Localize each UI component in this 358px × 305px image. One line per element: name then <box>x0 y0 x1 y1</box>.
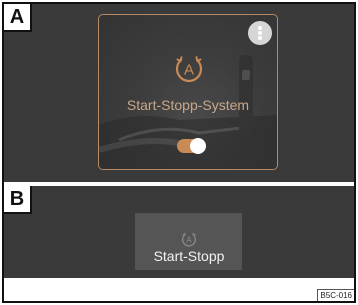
svg-text:A: A <box>186 235 192 244</box>
panel-a-label: A <box>4 4 32 32</box>
tile-title: Start-Stopp-System <box>126 97 250 113</box>
panel-b: B A Start-Stopp <box>4 186 354 278</box>
auto-start-stop-icon: A <box>182 232 196 247</box>
panel-a: A A Start-Stopp-System <box>4 4 354 182</box>
figure-code: B5C-016 <box>317 289 354 301</box>
auto-start-stop-icon: A <box>175 56 203 83</box>
footer-strip: B5C-016 <box>4 278 354 301</box>
start-stop-system-tile[interactable]: A Start-Stopp-System <box>98 14 278 170</box>
start-stop-toggle[interactable] <box>177 138 206 154</box>
panel-b-label: B <box>4 186 32 214</box>
tile-title: Start-Stopp <box>153 248 225 264</box>
more-vertical-icon[interactable] <box>248 21 272 45</box>
toggle-knob <box>190 138 206 154</box>
svg-text:A: A <box>184 62 194 79</box>
